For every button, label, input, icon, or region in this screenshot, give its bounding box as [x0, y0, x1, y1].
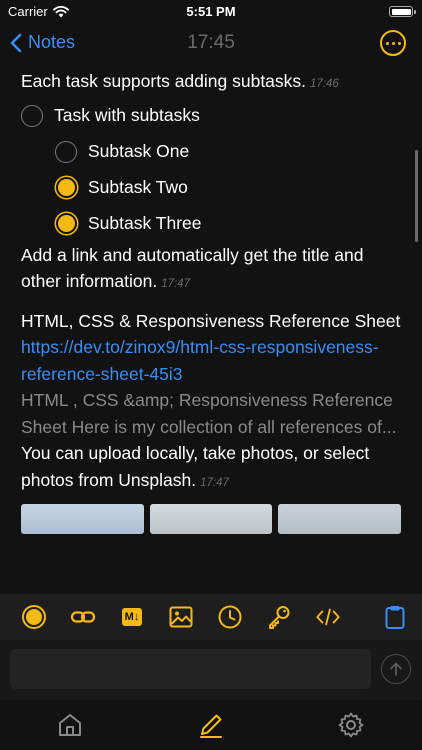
- navigation-bar: Notes 17:45: [0, 24, 422, 68]
- photo-thumbnail[interactable]: [278, 504, 401, 534]
- subtask-item: Subtask One: [55, 134, 401, 170]
- subtask-label: Subtask Two: [88, 177, 188, 198]
- subtask-intro-paragraph: Each task supports adding subtasks. 17:46: [21, 68, 401, 98]
- page-title: 17:45: [187, 32, 235, 53]
- link-preview-title: HTML, CSS & Responsiveness Reference She…: [21, 310, 401, 331]
- send-button[interactable]: [381, 654, 411, 684]
- clipboard-icon: [385, 606, 405, 629]
- subtask-item: Subtask Three: [55, 206, 401, 242]
- task-item: Task with subtasks: [21, 98, 401, 134]
- code-button[interactable]: [315, 604, 341, 630]
- ellipsis-icon: [385, 41, 389, 45]
- checkbox-icon: [22, 605, 46, 629]
- image-button[interactable]: [168, 604, 194, 630]
- gear-icon: [338, 712, 364, 738]
- link-icon: [70, 611, 96, 623]
- timestamp: 17:47: [161, 278, 190, 290]
- clock-icon: [218, 605, 242, 629]
- pencil-icon: [200, 714, 222, 738]
- tab-edit[interactable]: [197, 711, 225, 739]
- link-url[interactable]: https://dev.to/zinox9/html-css-responsiv…: [21, 334, 401, 387]
- task-label: Task with subtasks: [54, 105, 200, 126]
- tab-home[interactable]: [56, 711, 84, 739]
- link-preview-description: HTML , CSS &amp; Responsiveness Referenc…: [21, 390, 397, 437]
- tab-settings[interactable]: [337, 711, 365, 739]
- photo-thumbnail[interactable]: [149, 504, 273, 534]
- formatting-toolbar: M↓: [0, 594, 422, 640]
- code-icon: [316, 608, 340, 626]
- status-time: 5:51 PM: [186, 4, 236, 19]
- key-button[interactable]: [266, 604, 292, 630]
- subtask-item: Subtask Two: [55, 170, 401, 206]
- subtask-intro-text: Each task supports adding subtasks.: [21, 71, 307, 91]
- link-intro-text: Add a link and automatically get the tit…: [21, 244, 364, 292]
- battery-icon: [389, 6, 416, 17]
- link-intro-paragraph: Add a link and automatically get the tit…: [21, 242, 401, 298]
- scrollbar[interactable]: [415, 150, 418, 242]
- photo-gallery: [21, 504, 401, 534]
- subtask-checkbox-checked[interactable]: [56, 177, 77, 198]
- note-text-input[interactable]: [10, 649, 371, 689]
- markdown-icon: M↓: [121, 608, 143, 626]
- timestamp: 17:46: [310, 78, 339, 90]
- subtask-label: Subtask One: [88, 141, 190, 162]
- timestamp: 17:47: [200, 476, 229, 489]
- upload-paragraph: You can upload locally, take photos, or …: [21, 440, 401, 496]
- clipboard-button[interactable]: [382, 604, 408, 630]
- link-button[interactable]: [70, 604, 96, 630]
- checkbox-button[interactable]: [21, 604, 47, 630]
- markdown-button[interactable]: M↓: [119, 604, 145, 630]
- status-bar: Carrier 5:51 PM: [0, 0, 422, 24]
- image-icon: [169, 606, 193, 628]
- subtask-checkbox-checked[interactable]: [56, 213, 77, 234]
- input-row: [0, 640, 422, 700]
- home-icon: [59, 714, 81, 736]
- note-content[interactable]: Each task supports adding subtasks. 17:46…: [21, 68, 401, 570]
- subtask-checkbox[interactable]: [55, 140, 77, 163]
- subtask-label: Subtask Three: [88, 213, 202, 234]
- arrow-up-icon: [390, 662, 402, 676]
- key-icon: [269, 606, 290, 629]
- tab-bar: [0, 700, 422, 750]
- task-checkbox[interactable]: [21, 104, 43, 127]
- upload-text: You can upload locally, take photos, or …: [21, 443, 370, 490]
- more-options-button[interactable]: [380, 30, 406, 56]
- time-button[interactable]: [217, 604, 243, 630]
- photo-thumbnail[interactable]: [21, 504, 144, 534]
